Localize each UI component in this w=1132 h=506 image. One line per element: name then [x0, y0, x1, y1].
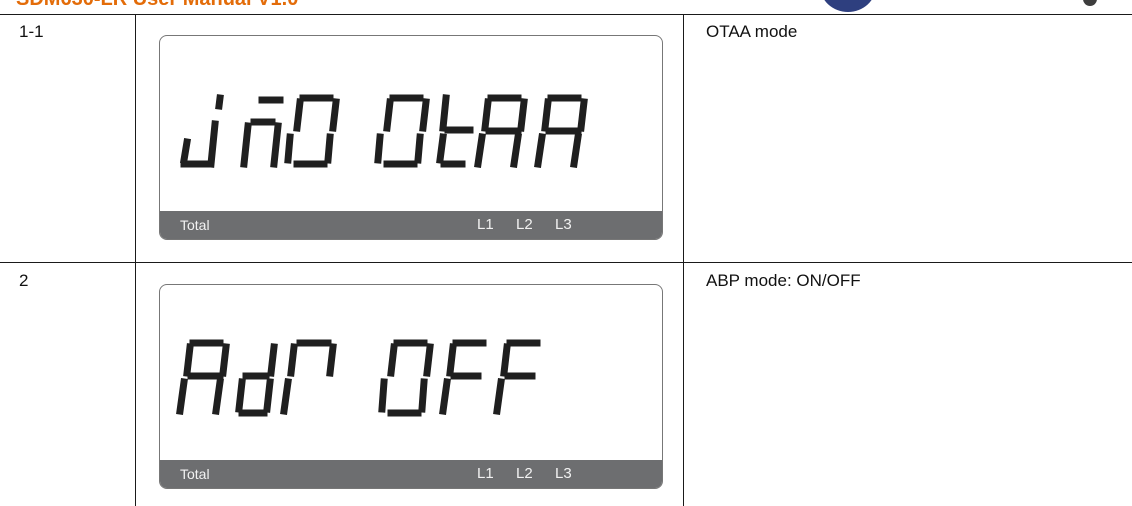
row-description: OTAA mode [706, 22, 798, 41]
lcd-phase-l2: L2 [516, 465, 533, 482]
row-divider [0, 262, 1132, 263]
manual-title: SDM630-LR User Manual V1.0 [16, 0, 298, 11]
lcd-total-label: Total [180, 466, 210, 482]
row-description: ABP mode: ON/OFF [706, 271, 861, 290]
row-number: 1-1 [19, 22, 44, 41]
lcd-display: Total L1 L2 L3 [159, 35, 663, 240]
lcd-phase-l3: L3 [555, 216, 572, 233]
lcd-status-bar [160, 460, 662, 488]
brand-mark-icon [1083, 0, 1097, 6]
lcd-phase-l3: L3 [555, 465, 572, 482]
lcd-segment-text [176, 339, 541, 417]
column-divider [683, 14, 684, 506]
table-border-top [0, 14, 1132, 15]
lcd-phase-l1: L1 [477, 465, 494, 482]
row-number: 2 [19, 271, 29, 290]
lcd-phase-l2: L2 [516, 216, 533, 233]
page-header: SDM630-LR User Manual V1.0 [0, 0, 1132, 14]
column-divider [135, 14, 136, 506]
lcd-segment-text [179, 94, 588, 168]
lcd-phase-l1: L1 [477, 216, 494, 233]
lcd-display: Total L1 L2 L3 [159, 284, 663, 489]
brand-logo [820, 0, 876, 12]
lcd-total-label: Total [180, 217, 210, 233]
lcd-status-bar [160, 211, 662, 239]
